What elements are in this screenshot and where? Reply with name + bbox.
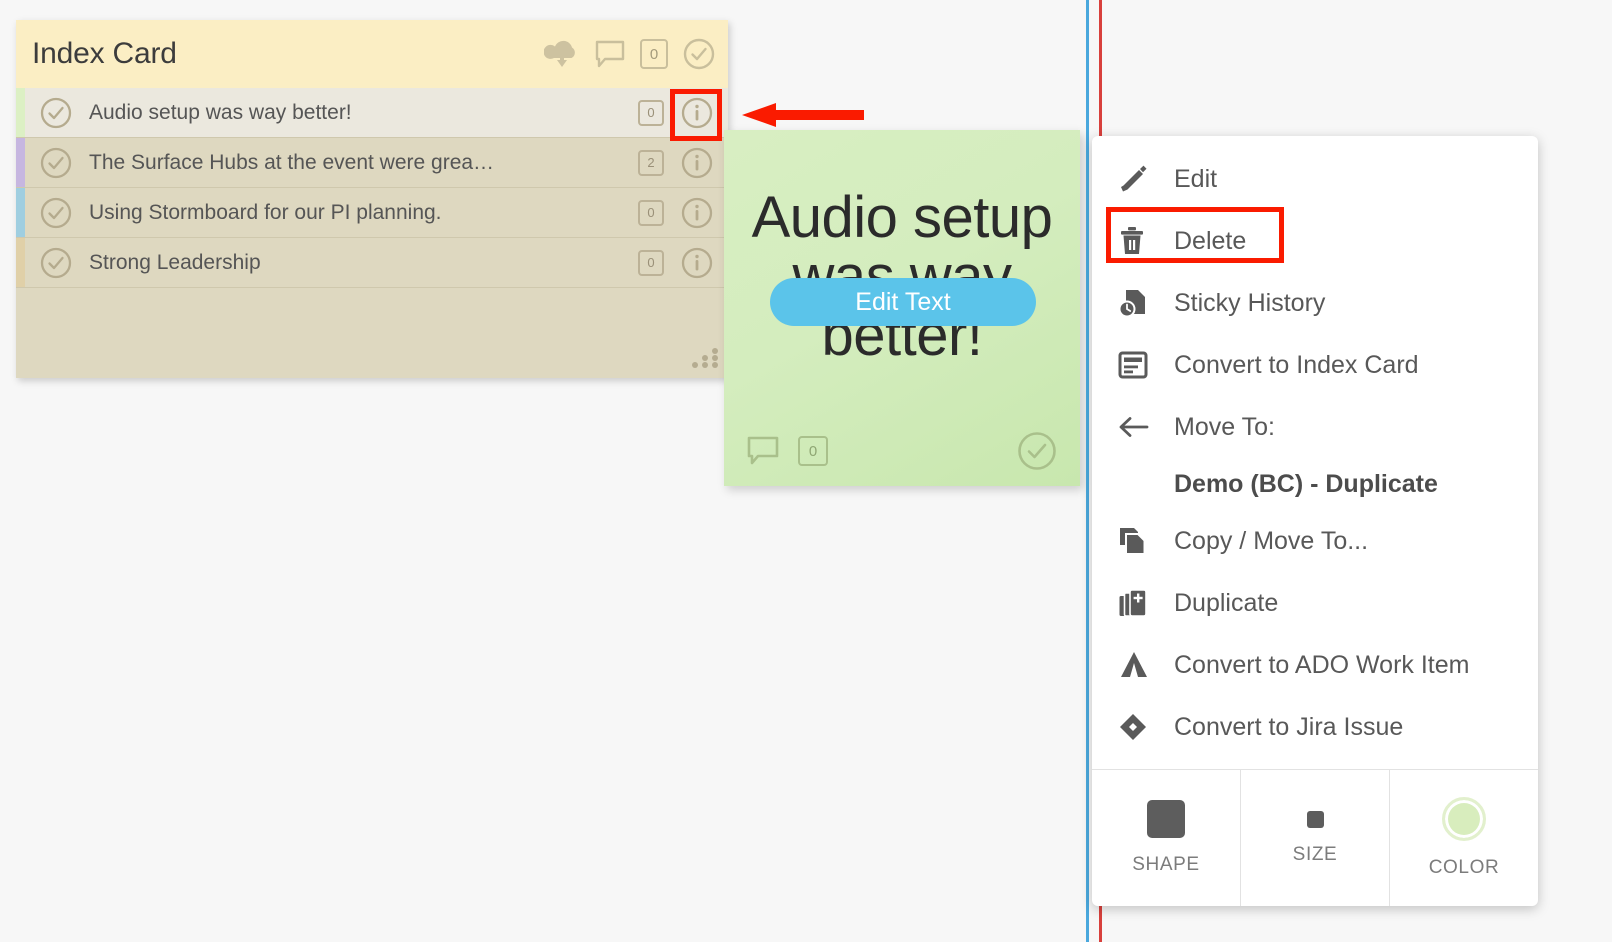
menu-item-delete[interactable]: Delete xyxy=(1092,210,1538,272)
row-label: Audio setup was way better! xyxy=(89,100,352,124)
arrow-left-icon xyxy=(1118,414,1160,440)
menu-item-label: Move To: xyxy=(1174,412,1275,441)
vote-count-box[interactable]: 0 xyxy=(640,39,668,69)
menu-item-label: Convert to ADO Work Item xyxy=(1174,650,1470,679)
info-icon[interactable] xyxy=(680,96,714,130)
small-square-size-icon xyxy=(1306,810,1324,828)
row-actions: 0 xyxy=(638,96,728,130)
azure-devops-icon xyxy=(1118,651,1160,679)
menu-item-copy-move-to[interactable]: Copy / Move To... xyxy=(1092,510,1538,572)
red-arrow-annotation xyxy=(742,103,864,127)
index-card[interactable]: Index Card 0 Audio setup was way better!… xyxy=(16,20,728,378)
table-row[interactable]: The Surface Hubs at the event were grea…… xyxy=(16,138,728,188)
tool-label: SHAPE xyxy=(1132,854,1200,875)
menu-item-label: Sticky History xyxy=(1174,288,1326,317)
context-menu-items: Edit Delete Sticky History Convert to In… xyxy=(1092,136,1538,758)
tool-label: SIZE xyxy=(1292,843,1338,865)
menu-item-label: Copy / Move To... xyxy=(1174,526,1369,555)
table-row[interactable]: Using Stormboard for our PI planning. 0 xyxy=(16,188,728,238)
menu-item-edit[interactable]: Edit xyxy=(1092,148,1538,210)
check-circle-icon[interactable] xyxy=(1016,430,1058,472)
tool-label: COLOR xyxy=(1428,857,1500,878)
color-tool-button[interactable]: COLOR xyxy=(1390,770,1538,906)
sticky-context-menu[interactable]: Edit Delete Sticky History Convert to In… xyxy=(1092,136,1538,906)
sticky-note-text: Audio setup was way better! xyxy=(751,185,1053,368)
index-card-icon xyxy=(1118,351,1160,379)
shape-tool-button[interactable]: SHAPE xyxy=(1092,770,1241,906)
menu-item-label: Duplicate xyxy=(1174,588,1279,617)
menu-item-label: Convert to Index Card xyxy=(1174,350,1419,379)
info-icon[interactable] xyxy=(680,246,714,280)
index-card-header-icons: 0 xyxy=(544,37,716,71)
comment-icon[interactable] xyxy=(746,435,780,467)
blue-guide-line xyxy=(1086,0,1089,942)
sticky-note[interactable]: Audio setup was way better! Edit Text 0 xyxy=(724,130,1080,486)
menu-item-sticky-history[interactable]: Sticky History xyxy=(1092,272,1538,334)
row-label: Strong Leadership xyxy=(89,250,261,274)
comment-icon[interactable] xyxy=(594,39,626,69)
row-color-strip xyxy=(16,88,25,137)
menu-item-convert-to-jira-issue[interactable]: Convert to Jira Issue xyxy=(1092,696,1538,758)
page-title: Index Card xyxy=(32,37,177,70)
sticky-note-footer: 0 xyxy=(724,430,1080,472)
duplicate-plus-icon xyxy=(1118,588,1160,618)
table-row[interactable]: Audio setup was way better! 0 xyxy=(16,88,728,138)
menu-move-to-target-label: Demo (BC) - Duplicate xyxy=(1174,469,1438,498)
table-row[interactable]: Strong Leadership 0 xyxy=(16,238,728,288)
copy-icon xyxy=(1118,526,1160,556)
row-label: Using Stormboard for our PI planning. xyxy=(89,200,442,224)
info-icon[interactable] xyxy=(680,196,714,230)
row-color-strip xyxy=(16,188,25,237)
row-actions: 0 xyxy=(638,196,728,230)
check-circle-icon[interactable] xyxy=(682,37,716,71)
row-count-box[interactable]: 0 xyxy=(638,199,664,226)
resize-handle[interactable] xyxy=(692,348,718,368)
jira-diamond-icon xyxy=(1118,712,1160,742)
row-label: The Surface Hubs at the event were grea… xyxy=(89,150,495,174)
menu-item-convert-to-index-card[interactable]: Convert to Index Card xyxy=(1092,334,1538,396)
square-shape-icon xyxy=(1147,800,1185,838)
row-check-circle-icon[interactable] xyxy=(39,196,73,230)
trash-icon xyxy=(1118,226,1160,256)
index-card-header: Index Card 0 xyxy=(16,20,728,88)
row-check-circle-icon[interactable] xyxy=(39,246,73,280)
menu-move-to-target[interactable]: Demo (BC) - Duplicate xyxy=(1092,458,1538,510)
row-check-circle-icon[interactable] xyxy=(39,146,73,180)
info-icon[interactable] xyxy=(680,146,714,180)
row-actions: 0 xyxy=(638,246,728,280)
menu-item-label: Edit xyxy=(1174,164,1218,193)
row-count-box[interactable]: 2 xyxy=(638,149,664,176)
color-circle-icon xyxy=(1442,797,1486,841)
row-count-box[interactable]: 0 xyxy=(638,99,664,126)
menu-item-move-to[interactable]: Move To: xyxy=(1092,396,1538,458)
sticky-count-box[interactable]: 0 xyxy=(798,436,828,466)
row-color-strip xyxy=(16,238,25,287)
menu-item-convert-to-ado-work-item[interactable]: Convert to ADO Work Item xyxy=(1092,634,1538,696)
row-color-strip xyxy=(16,138,25,187)
row-check-circle-icon[interactable] xyxy=(39,96,73,130)
edit-text-button[interactable]: Edit Text xyxy=(770,278,1036,326)
row-actions: 2 xyxy=(638,146,728,180)
menu-item-label: Convert to Jira Issue xyxy=(1174,712,1404,741)
pencil-icon xyxy=(1118,164,1160,194)
menu-item-duplicate[interactable]: Duplicate xyxy=(1092,572,1538,634)
history-document-icon xyxy=(1118,288,1160,318)
row-count-box[interactable]: 0 xyxy=(638,249,664,276)
red-guide-line xyxy=(1099,0,1102,136)
menu-item-label: Delete xyxy=(1174,226,1247,255)
cloud-download-icon[interactable] xyxy=(544,38,580,70)
red-guide-line xyxy=(1099,906,1102,942)
sticky-style-toolbar: SHAPE SIZE COLOR xyxy=(1092,769,1538,906)
size-tool-button[interactable]: SIZE xyxy=(1241,770,1390,906)
